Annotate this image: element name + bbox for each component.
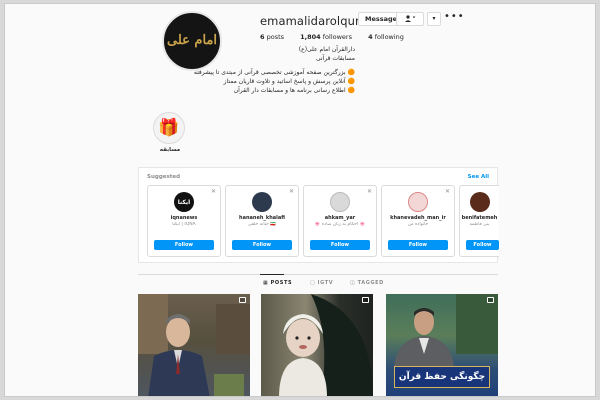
suggested-avatar	[469, 192, 490, 212]
see-all-link[interactable]: See All	[468, 174, 489, 180]
chevron-down-button[interactable]: ▾	[427, 12, 441, 26]
suggested-card[interactable]: ✕ hananeh_khalafi حنانه خلفی 🇮🇷 Follow	[225, 185, 299, 257]
bio-line: دارالقرآن امام علی(ع)	[298, 46, 355, 53]
tab-label: IGTV	[317, 280, 334, 286]
dismiss-icon[interactable]: ✕	[211, 188, 216, 195]
following-count[interactable]: 4 following	[368, 33, 404, 41]
dismiss-icon[interactable]: ✕	[289, 188, 294, 195]
tabs-divider	[138, 274, 498, 275]
suggested-card[interactable]: ✕ ahkam_yar 🌸 احکام به زبان ساده 🌸 Follo…	[303, 185, 377, 257]
suggested-avatar	[252, 192, 272, 212]
highlight-label: مسابقه	[159, 147, 181, 153]
suggested-avatar: ایکنا	[174, 192, 194, 212]
follow-button[interactable]: Follow	[310, 240, 370, 250]
suggested-username: ahkam_yar	[324, 215, 356, 221]
bio-line: 🟠 بزرگترین صفحه آموزشی تخصصی قرآنی از مب…	[193, 69, 355, 76]
follow-person-icon	[404, 14, 416, 24]
suggested-subtitle: خانواده من	[407, 222, 429, 227]
follow-person-button[interactable]	[396, 12, 424, 26]
tab-posts[interactable]: ▦ POSTS	[263, 280, 292, 286]
follow-button[interactable]: Follow	[154, 240, 214, 250]
suggested-username: iqnanews	[170, 215, 198, 221]
suggested-title: Suggested	[147, 174, 181, 180]
bio-line: 🟠 اطلاع رسانی برنامه ها و مسابقات دار ال…	[233, 87, 355, 94]
suggested-subtitle: حنانه خلفی 🇮🇷	[248, 222, 276, 227]
profile-bio: دارالقرآن امام علی(ع) مسابقات قرآنی 🟠 بز…	[185, 45, 355, 95]
tab-tagged[interactable]: ◫ TAGGED	[350, 280, 384, 286]
multiple-posts-icon	[487, 297, 494, 303]
multiple-posts-icon	[362, 297, 369, 303]
post-image	[279, 294, 373, 396]
highlight-cover: 🎁	[153, 112, 185, 144]
post-caption: چگونگی حفظ قرآن	[394, 366, 490, 388]
suggested-username: benifatemeh	[461, 215, 498, 221]
follow-button[interactable]: Follow	[466, 240, 499, 250]
bio-line: 🟠 آنلاین پرسش و پاسخ اساتید و تلاوت قاری…	[223, 78, 355, 85]
chevron-down-icon: ▾	[432, 15, 436, 22]
post-image	[138, 294, 250, 396]
suggested-username: khanevadeh_man_ir	[390, 215, 446, 221]
gift-icon: 🎁	[158, 118, 180, 138]
bio-line: مسابقات قرآنی	[316, 55, 355, 62]
suggested-username: hananeh_khalafi	[239, 215, 285, 221]
dismiss-icon[interactable]: ✕	[367, 188, 372, 195]
suggested-accounts: Suggested See All ✕ ایکنا iqnanews ایکنا…	[138, 167, 499, 263]
suggested-subtitle: بنی فاطمه	[469, 222, 490, 227]
suggested-card[interactable]: ✕ khanevadeh_man_ir خانواده من Follow	[381, 185, 455, 257]
avatar-text: ایکنا	[177, 198, 191, 206]
followers-count[interactable]: 1,804 followers	[300, 33, 352, 41]
suggested-subtitle: ایکنا | IQNA	[172, 222, 196, 227]
story-highlight[interactable]: 🎁 مسابقه	[153, 112, 187, 153]
follow-button[interactable]: Follow	[388, 240, 448, 250]
tag-icon: ◫	[350, 280, 356, 286]
suggested-subtitle: 🌸 احکام به زبان ساده 🌸	[314, 222, 366, 227]
suggested-card[interactable]: benifatemeh بنی فاطمه Follow	[459, 185, 499, 257]
suggested-avatar	[330, 192, 350, 212]
tab-label: POSTS	[270, 280, 293, 286]
tab-igtv[interactable]: ▢ IGTV	[310, 280, 333, 286]
post-thumbnail[interactable]: چگونگی حفظ قرآن	[386, 294, 498, 396]
posts-count: 6 posts	[260, 33, 285, 41]
suggested-avatar	[408, 192, 428, 212]
follow-button[interactable]: Follow	[232, 240, 292, 250]
profile-stats: 6 posts 1,804 followers 4 following	[260, 33, 418, 41]
suggested-card[interactable]: ✕ ایکنا iqnanews ایکنا | IQNA Follow	[147, 185, 221, 257]
more-options-icon[interactable]: •••	[444, 11, 465, 22]
dismiss-icon[interactable]: ✕	[445, 188, 450, 195]
grid-icon: ▦	[263, 280, 269, 286]
active-tab-indicator	[260, 274, 284, 275]
instagram-profile-page: امام علی emamalidarolquran Message ▾ •••…	[4, 3, 596, 397]
multiple-posts-icon	[239, 297, 246, 303]
tab-label: TAGGED	[357, 280, 384, 286]
igtv-icon: ▢	[310, 280, 316, 286]
post-thumbnail[interactable]	[261, 294, 373, 396]
post-thumbnail[interactable]	[138, 294, 250, 396]
